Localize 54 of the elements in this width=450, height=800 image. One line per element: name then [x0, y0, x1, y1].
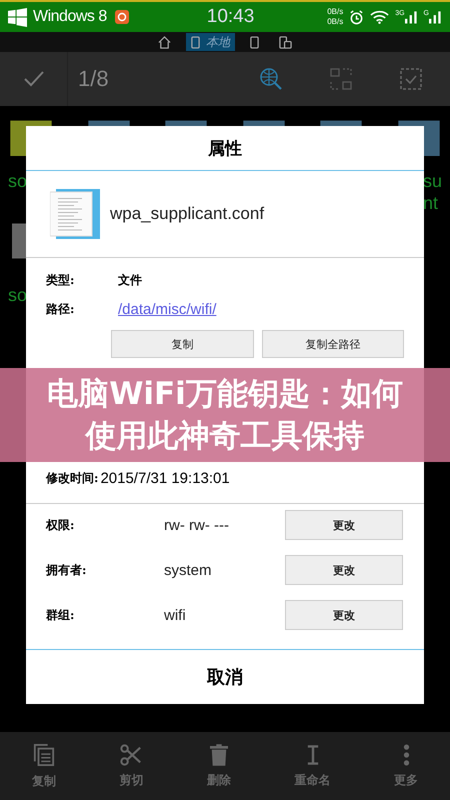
change-button[interactable]: 更改 — [285, 510, 403, 540]
phone-icon — [250, 36, 259, 48]
field-label: 路径: — [46, 301, 76, 318]
file-label: so — [8, 170, 28, 192]
toolbar-button[interactable]: 删除 — [202, 740, 235, 792]
path-link[interactable]: /data/misc/wifi/ — [118, 301, 216, 318]
wifi-icon — [370, 10, 390, 24]
select-all-icon[interactable] — [399, 67, 423, 91]
copy-icon — [32, 742, 55, 766]
field-label: 类型: — [46, 272, 76, 289]
text-file-icon — [50, 189, 100, 239]
home-icon — [158, 36, 171, 48]
signal-icon — [429, 10, 442, 24]
toolbar-button[interactable]: 更多 — [390, 740, 422, 792]
clock: 10:43 — [206, 6, 254, 28]
signal-icon — [404, 10, 418, 24]
selection-count: 1/8 — [78, 66, 109, 92]
file-name: wpa_supplicant.conf — [110, 204, 264, 224]
file-label: so — [8, 284, 28, 306]
file-label: nt — [422, 192, 439, 214]
toolbar-button[interactable]: 重命名 — [290, 740, 335, 792]
field-label: 修改时间: — [46, 470, 98, 487]
network-speed: 0B/s 0B/s — [327, 7, 344, 27]
field-value: system — [164, 562, 213, 578]
more-icon — [402, 744, 410, 766]
location-tab[interactable]: 本地 — [186, 33, 235, 51]
dialog-title: 属性 — [26, 126, 424, 171]
change-button[interactable]: 更改 — [285, 600, 403, 630]
globe-search-icon[interactable] — [259, 67, 283, 91]
status-label: Windows 8 — [33, 8, 107, 26]
field-value: rw- rw- --- — [164, 516, 230, 534]
toolbar-button[interactable]: 复制 — [28, 738, 60, 794]
trash-icon — [210, 744, 228, 766]
app-icon — [114, 10, 129, 24]
copy-button[interactable]: 复制 — [111, 330, 254, 358]
phone-icon — [191, 36, 200, 48]
field-label: 群组: — [46, 606, 76, 624]
field-label: 拥有者: — [46, 562, 88, 578]
field-value: wifi — [164, 606, 187, 624]
text-cursor-icon — [306, 744, 319, 766]
alarm-icon — [349, 10, 364, 24]
file-label: su — [422, 170, 442, 192]
headline: 电脑WiFi万能钥匙：如何使用此神奇工具保持 — [47, 375, 403, 456]
scissors-icon — [120, 744, 142, 766]
change-button[interactable]: 更改 — [285, 555, 403, 585]
windows-logo-icon — [8, 8, 27, 26]
field-value: 2015/7/31 19:13:01 — [100, 470, 230, 487]
devices-icon — [279, 36, 292, 48]
toolbar-button[interactable]: 剪切 — [115, 740, 148, 792]
field-value: 文件 — [118, 272, 142, 289]
field-label: 权限: — [46, 516, 76, 534]
select-range-icon[interactable] — [329, 67, 353, 91]
copy-button[interactable]: 复制全路径 — [262, 330, 404, 358]
check-icon[interactable] — [22, 71, 44, 87]
